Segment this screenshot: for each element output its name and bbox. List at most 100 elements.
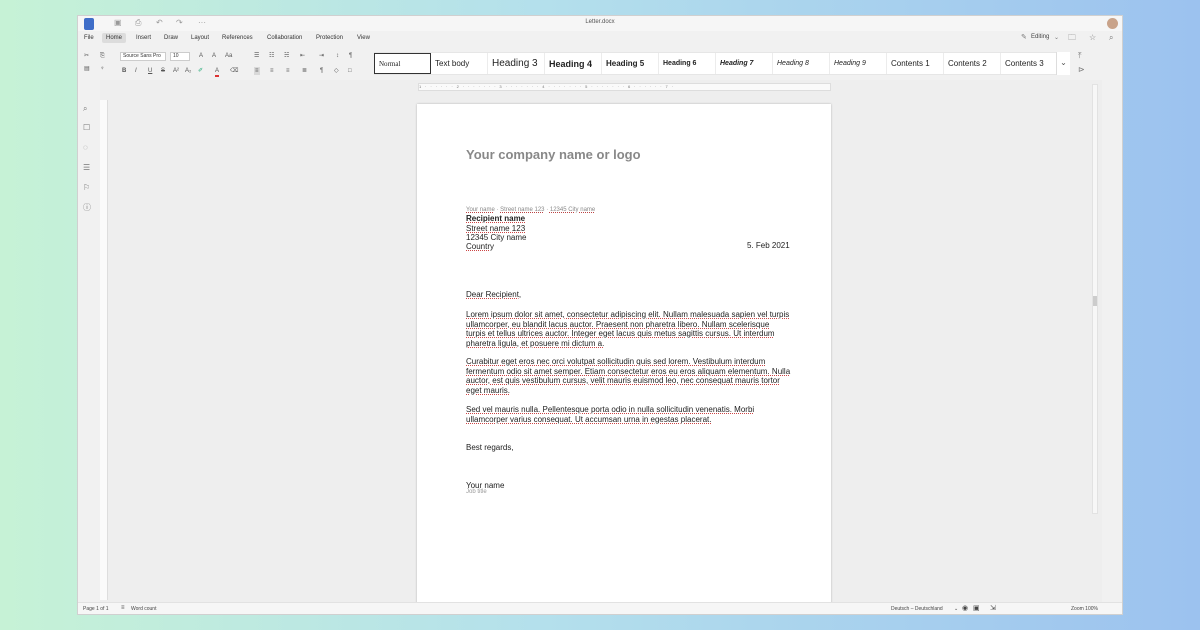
font-size-select[interactable]: 10 [170, 52, 190, 61]
recipient-name[interactable]: Recipient name [466, 214, 525, 224]
collapse-toolbar-icon[interactable]: ⤒ [1078, 51, 1082, 61]
style-heading-7[interactable]: Heading 7 [716, 53, 773, 74]
font-family-select[interactable]: Source Sans Pro [120, 52, 166, 61]
navigation-icon[interactable]: ☰ [83, 163, 90, 173]
menu-collaboration[interactable]: Collaboration [267, 34, 302, 42]
paste-icon[interactable]: ▤ [84, 65, 90, 73]
status-bar: Page 1 of 1 ≡ Word count Deutsch – Deuts… [78, 602, 1122, 614]
body-paragraph[interactable]: Curabitur eget eros nec orci volutpat so… [466, 357, 791, 396]
italic-button[interactable]: I [135, 67, 137, 75]
recipient-country[interactable]: Country [466, 242, 494, 252]
cut-icon[interactable]: ✂ [84, 52, 89, 60]
style-normal[interactable]: Normal [374, 53, 431, 74]
language-select[interactable]: Deutsch – Deutschland [891, 606, 943, 613]
increase-indent-icon[interactable]: ⇥ [319, 52, 324, 60]
find-icon[interactable]: ⌕ [83, 104, 87, 114]
clear-format-icon[interactable]: ⌫ [230, 67, 238, 75]
horizontal-ruler[interactable]: 1 · · · · · · 2 · · · · · · · 3 · · · · … [418, 83, 831, 91]
body-paragraph[interactable]: Sed vel mauris nulla. Pellentesque porta… [466, 405, 791, 424]
menu-home[interactable]: Home [102, 33, 127, 43]
decrease-indent-icon[interactable]: ⇤ [300, 52, 305, 60]
format-painter-icon[interactable]: ♆ [100, 65, 105, 73]
style-heading-5[interactable]: Heading 5 [602, 53, 659, 74]
style-text-body[interactable]: Text body [431, 53, 488, 74]
change-case-icon[interactable]: Aa [225, 52, 232, 60]
style-contents-1[interactable]: Contents 1 [887, 53, 944, 74]
align-center-icon[interactable]: ≡ [270, 67, 274, 75]
align-left-icon[interactable]: ≡ [254, 67, 260, 75]
comments-icon[interactable]: ☐ [83, 123, 90, 133]
align-right-icon[interactable]: ≡ [286, 67, 290, 75]
borders-icon[interactable]: □ [348, 67, 352, 75]
word-count-button[interactable]: Word count [131, 606, 156, 613]
menu-file[interactable]: File [84, 34, 94, 42]
sender-city: 12345 City name [549, 207, 596, 213]
sidebar-toggle-icon[interactable]: ⊳ [1078, 65, 1085, 75]
salutation[interactable]: Dear Recipient, [466, 290, 521, 299]
feedback-icon[interactable]: ⚐ [83, 183, 90, 193]
multilevel-list-icon[interactable]: ☵ [284, 52, 289, 60]
folder-icon[interactable]: 🗀 [1068, 33, 1076, 43]
bullet-list-icon[interactable]: ☰ [254, 52, 259, 60]
superscript-button[interactable]: A² [173, 67, 179, 75]
avatar[interactable] [1107, 18, 1118, 29]
track-changes-icon[interactable]: ▣ [973, 605, 980, 612]
style-heading-4[interactable]: Heading 4 [545, 53, 602, 74]
document-title: Letter.docx [585, 19, 615, 25]
job-title[interactable]: Job title [466, 489, 487, 495]
style-heading-6[interactable]: Heading 6 [659, 53, 716, 74]
language-chevron-icon[interactable]: ⌄ [954, 606, 958, 613]
search-icon[interactable]: ⌕ [1109, 33, 1113, 43]
menu-references[interactable]: References [222, 34, 253, 42]
spellcheck-icon[interactable]: ◉ [962, 605, 968, 612]
styles-expand-chevron-icon[interactable]: ⌄ [1056, 52, 1070, 75]
editor-window: ▣ ⎙ ↶ ↷ ··· Letter.docx File Home Insert… [77, 15, 1123, 615]
style-contents-3[interactable]: Contents 3 [1001, 53, 1058, 74]
style-heading-9[interactable]: Heading 9 [830, 53, 887, 74]
sender-street: Street name 123 [500, 207, 545, 213]
clone-format-icon[interactable]: ⎘ [100, 52, 105, 60]
document-page[interactable]: Your company name or logo Your name · St… [417, 104, 831, 604]
vertical-ruler[interactable] [100, 100, 108, 600]
sender-line[interactable]: Your name · Street name 123 · 12345 City… [466, 207, 595, 213]
info-icon[interactable]: ⓘ [83, 203, 91, 213]
paragraph-spacing-icon[interactable]: ¶ [349, 52, 352, 60]
menu-protection[interactable]: Protection [316, 34, 343, 42]
justify-icon[interactable]: ≣ [302, 67, 307, 75]
menu-view[interactable]: View [357, 34, 370, 42]
view-mode-icon[interactable]: ⇲ [990, 605, 996, 612]
menu-layout[interactable]: Layout [191, 34, 209, 42]
scrollbar-thumb[interactable] [1093, 296, 1097, 306]
line-spacing-icon[interactable]: ↕ [336, 52, 339, 60]
style-heading-3[interactable]: Heading 3 [488, 53, 545, 74]
strikethrough-button[interactable]: S [161, 67, 165, 75]
zoom-level[interactable]: Zoom 100% [1071, 606, 1098, 613]
page-indicator[interactable]: Page 1 of 1 [83, 606, 109, 613]
underline-button[interactable]: U [148, 67, 152, 75]
menu-insert[interactable]: Insert [136, 34, 151, 42]
company-name[interactable]: Your company name or logo [466, 147, 641, 162]
menu-draw[interactable]: Draw [164, 34, 178, 42]
menu-bar: File Home Insert Draw Layout References … [78, 31, 1122, 45]
chat-icon[interactable]: ◌ [83, 143, 88, 153]
numbered-list-icon[interactable]: ☷ [269, 52, 274, 60]
word-count-icon: ≡ [121, 605, 125, 611]
style-gallery: Normal Text body Heading 3 Heading 4 Hea… [374, 52, 1070, 75]
star-icon[interactable]: ☆ [1089, 33, 1096, 43]
font-color-button[interactable]: A [215, 67, 220, 77]
body-paragraph[interactable]: Lorem ipsum dolor sit amet, consectetur … [466, 310, 791, 349]
editing-mode-dropdown[interactable]: Editing [1031, 34, 1049, 40]
shrink-font-icon[interactable]: A [212, 52, 216, 60]
closing[interactable]: Best regards, [466, 443, 514, 452]
text-direction-icon[interactable]: ¶ [320, 67, 323, 75]
style-heading-8[interactable]: Heading 8 [773, 53, 830, 74]
chevron-down-icon[interactable]: ⌄ [1054, 33, 1059, 43]
style-contents-2[interactable]: Contents 2 [944, 53, 1001, 74]
grow-font-icon[interactable]: A [199, 52, 203, 60]
highlight-icon[interactable]: ✐ [198, 67, 203, 75]
subscript-button[interactable]: A₂ [185, 67, 191, 75]
bold-button[interactable]: B [122, 67, 126, 75]
pencil-icon: ✎ [1021, 34, 1027, 41]
shading-icon[interactable]: ◇ [334, 67, 339, 75]
letter-date[interactable]: 5. Feb 2021 [747, 241, 790, 250]
